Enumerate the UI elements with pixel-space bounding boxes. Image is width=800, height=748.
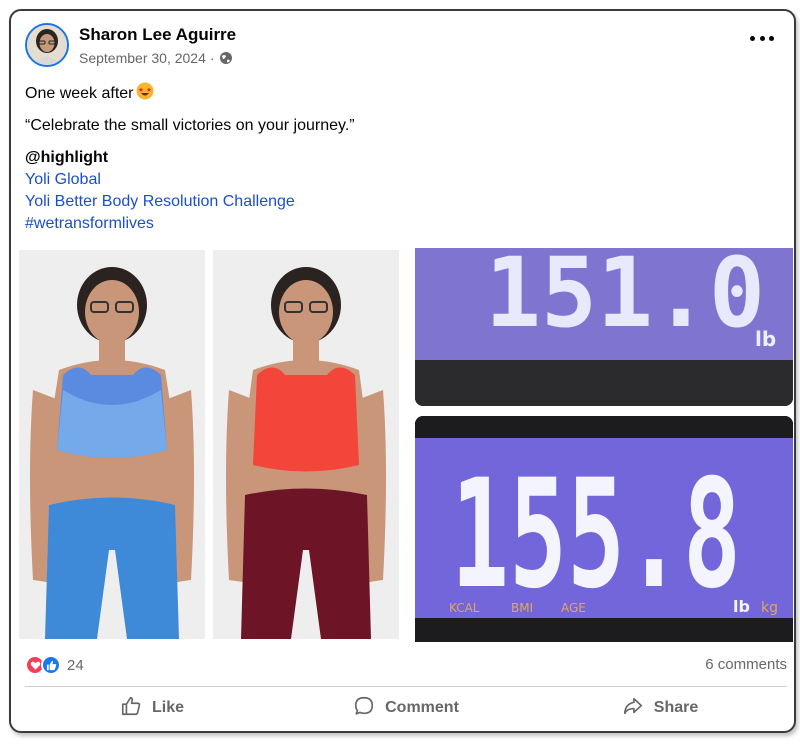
scale-label-bmi: BMI xyxy=(511,601,533,615)
photo-scale-before[interactable]: 155.8 KCAL BMI AGE lb kg xyxy=(415,416,793,642)
post-line-1: One week after xyxy=(25,82,785,107)
post-quote: “Celebrate the small victories on your j… xyxy=(25,117,355,134)
author-name[interactable]: Sharon Lee Aguirre xyxy=(79,25,236,45)
more-options-icon[interactable] xyxy=(750,33,774,43)
star-struck-emoji-icon xyxy=(136,82,154,107)
scale-label-kcal: KCAL xyxy=(449,601,480,615)
post-stats: 24 6 comments xyxy=(25,655,787,679)
photo-scale-after[interactable]: 151.0 lb xyxy=(415,248,793,406)
like-button[interactable]: Like xyxy=(25,691,279,725)
scale-label-age: AGE xyxy=(561,601,586,615)
scale-label-kg: kg xyxy=(761,600,778,616)
comments-count[interactable]: 6 comments xyxy=(705,656,787,673)
scale-before-reading: 155.8 xyxy=(451,448,741,622)
photo-before[interactable] xyxy=(19,250,205,639)
share-button[interactable]: Share xyxy=(533,691,787,725)
avatar[interactable] xyxy=(25,23,69,67)
scale-after-reading: 151.0 xyxy=(485,248,765,349)
link-yoli-global[interactable]: Yoli Global xyxy=(25,169,785,191)
post-meta: September 30, 2024 · xyxy=(79,50,233,66)
post-date[interactable]: September 30, 2024 xyxy=(79,50,206,66)
scale-label-lb: lb xyxy=(733,597,750,616)
thumbs-up-icon xyxy=(120,695,142,722)
like-label: Like xyxy=(151,699,184,716)
post-tags: @highlight Yoli Global Yoli Better Body … xyxy=(25,147,785,235)
meta-separator: · xyxy=(209,50,215,66)
globe-icon xyxy=(219,51,233,65)
like-icon xyxy=(41,655,61,675)
reactions-summary[interactable]: 24 xyxy=(25,655,84,675)
comment-button[interactable]: Comment xyxy=(279,691,533,725)
mention-highlight[interactable]: @highlight xyxy=(25,147,785,169)
post-card: Sharon Lee Aguirre September 30, 2024 · … xyxy=(9,9,796,733)
comment-bubble-icon xyxy=(353,695,375,722)
reaction-count: 24 xyxy=(67,656,84,674)
action-bar: Like Comment Share xyxy=(25,691,787,725)
post-line-1-text: One week after xyxy=(25,85,134,102)
post-header: Sharon Lee Aguirre September 30, 2024 · xyxy=(11,11,794,71)
photo-grid: 151.0 lb 155.8 KCAL BMI AGE lb kg xyxy=(11,248,794,649)
scale-after-unit: lb xyxy=(755,327,776,351)
post-text: One week after “Celebrate the small vict… xyxy=(25,82,785,235)
divider xyxy=(25,686,787,687)
link-hashtag[interactable]: #wetransformlives xyxy=(25,213,785,235)
photo-after[interactable] xyxy=(213,250,399,639)
share-label: Share xyxy=(653,699,699,716)
comment-label: Comment xyxy=(385,699,459,716)
share-arrow-icon xyxy=(622,695,644,722)
link-challenge[interactable]: Yoli Better Body Resolution Challenge xyxy=(25,191,785,213)
